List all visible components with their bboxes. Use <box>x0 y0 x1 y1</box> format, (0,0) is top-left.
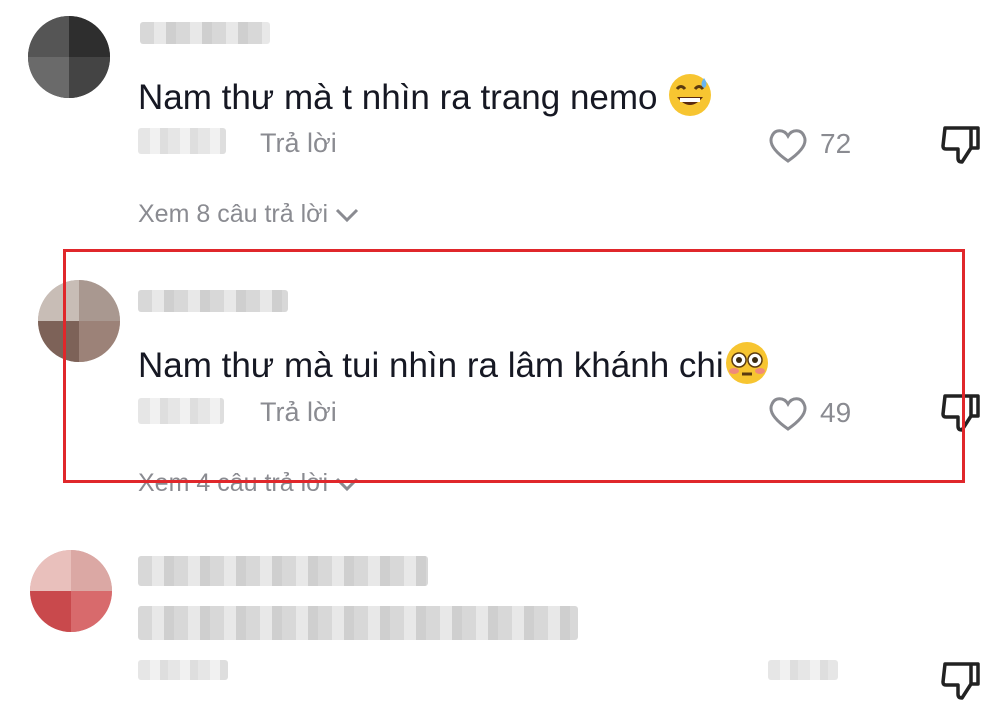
comment-item: Nam thư mà t nhìn ra trang nemo Trả lời … <box>0 0 1000 240</box>
thumbs-down-icon[interactable] <box>940 658 982 702</box>
username-redacted <box>140 22 270 44</box>
view-replies-button[interactable]: Xem 8 câu trả lời <box>138 200 360 229</box>
like-count-redacted <box>768 660 838 680</box>
grinning-sweat-emoji-icon <box>667 72 713 127</box>
comment-item <box>0 540 1000 700</box>
heart-icon[interactable] <box>767 126 809 164</box>
highlight-box <box>63 249 965 483</box>
like-count: 72 <box>820 128 852 159</box>
avatar[interactable] <box>28 16 110 98</box>
comment-text: Nam thư mà t nhìn ra trang nemo <box>138 72 713 127</box>
timestamp-redacted <box>138 660 228 680</box>
timestamp-redacted <box>138 128 226 154</box>
username-redacted <box>138 556 428 586</box>
avatar[interactable] <box>30 550 112 632</box>
reply-button[interactable]: Trả lời <box>260 128 337 159</box>
comment-text-redacted <box>138 606 578 640</box>
thumbs-down-icon[interactable] <box>940 122 982 166</box>
chevron-down-icon <box>336 208 359 222</box>
